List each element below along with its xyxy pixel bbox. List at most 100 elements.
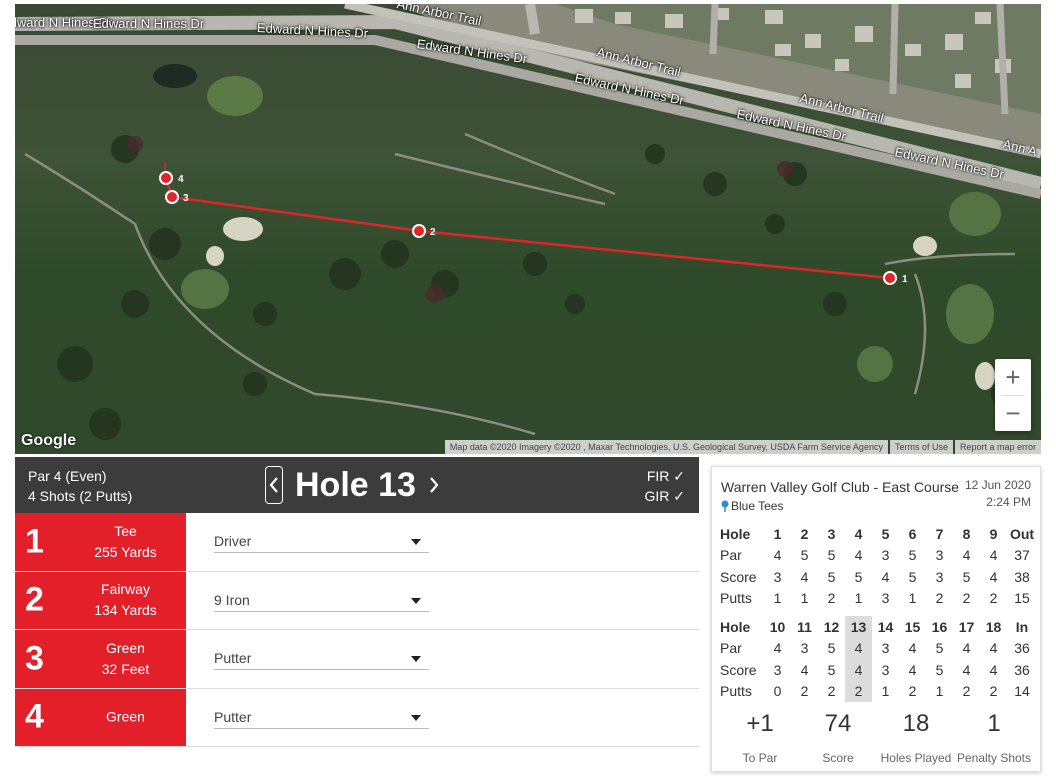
tees-name: Blue Tees (731, 499, 784, 513)
club-select[interactable]: Putter (214, 707, 429, 729)
shot-lie: Tee (114, 522, 137, 539)
hole-summary: Par 4 (Even) 4 Shots (2 Putts) (28, 466, 132, 506)
shot-marker-3[interactable]: 3 (165, 190, 189, 204)
front-putts-row: Putts 1 1 2 1 3 1 2 2 2 15 (720, 590, 1030, 607)
next-hole-button[interactable] (426, 470, 442, 500)
google-logo: Google (21, 432, 77, 449)
shots-text: 4 Shots (2 Putts) (28, 488, 133, 504)
stat-label: To Par (742, 751, 778, 765)
shot-distance: 32 Feet (101, 660, 150, 677)
round-datetime: 12 Jun 2020 2:24 PM (965, 477, 1031, 511)
map-data-credit: Map data ©2020 Imagery ©2020 , Maxar Tec… (444, 440, 888, 454)
hole-navigator: Hole 13 (265, 463, 442, 507)
shot-row: 1 Tee 255 Yards Driver (15, 513, 699, 572)
club-select[interactable]: 9 Iron (214, 590, 429, 612)
shot-row: 3 Green 32 Feet Putter (15, 630, 699, 689)
stat-label: Score (822, 751, 854, 765)
shot-lie: Green (106, 639, 145, 656)
shot-marker-4[interactable]: 4 (159, 171, 184, 185)
club-value: Putter (214, 708, 252, 725)
caret-down-icon (411, 714, 421, 721)
caret-down-icon (411, 597, 421, 604)
shot-marker-2[interactable]: 2 (412, 224, 436, 238)
previous-hole-button[interactable] (265, 466, 283, 504)
chevron-left-icon (269, 477, 278, 493)
hole-header: Par 4 (Even) 4 Shots (2 Putts) Hole 13 F… (15, 457, 699, 513)
shot-list: 1 Tee 255 Yards Driver 2 Fairway 134 Yar… (15, 513, 699, 747)
shot-info-panel: 4 Green (15, 688, 186, 746)
round-date: 12 Jun 2020 (964, 478, 1031, 492)
tees-label: Blue Tees (721, 499, 783, 513)
stat-penalty-shots: 1 Penalty Shots (955, 707, 1033, 765)
shot-info-panel: 3 Green 32 Feet (15, 630, 186, 688)
shot-info-panel: 1 Tee 255 Yards (15, 513, 186, 571)
terms-of-use-link[interactable]: Terms of Use (889, 440, 953, 454)
club-select[interactable]: Driver (214, 531, 429, 553)
back-nine-table: Hole 10 11 12 13 14 15 16 17 18 In Par 4 3 5 4 3 4 5 4 4 36 … (720, 616, 1037, 702)
club-select[interactable]: Putter (214, 648, 429, 670)
map-pin-icon (721, 500, 729, 512)
back-putts-row: Putts 0 2 2 2 1 2 1 2 2 14 (720, 680, 1037, 702)
map-imagery: 4 3 2 1 (15, 4, 1041, 440)
round-time: 2:24 PM (986, 495, 1031, 509)
back-score-row: Score 3 4 5 4 3 4 5 4 4 36 (720, 659, 1037, 681)
road-label: Edward N Hines Dr (93, 16, 205, 31)
stat-value: +1 (746, 710, 774, 737)
shot-lie-distance: Fairway 134 Yards (65, 579, 186, 621)
shot-info-panel: 2 Fairway 134 Yards (15, 571, 186, 629)
club-value: Driver (214, 533, 252, 549)
golf-round-page: 4 3 2 1 Edward N Hines Dr Edward N Hines… (0, 0, 1056, 781)
stat-label: Holes Played (880, 751, 952, 765)
satellite-map[interactable]: 4 3 2 1 Edward N Hines Dr Edward N Hines… (15, 4, 1041, 454)
shot-distance: 134 Yards (94, 602, 157, 619)
shot-marker-1[interactable]: 1 (883, 271, 908, 285)
par-text: Par 4 (Even) (28, 468, 107, 484)
zoom-control: + − (995, 359, 1031, 431)
caret-down-icon (411, 539, 421, 545)
back-par-row: Par 4 3 5 4 3 4 5 4 4 36 (720, 637, 1037, 659)
back-hole-row: Hole 10 11 12 13 14 15 16 17 18 In (720, 616, 1037, 638)
gir-indicator: GIR ✓ (644, 488, 685, 504)
shot-number: 2 (25, 580, 44, 619)
zoom-divider (1001, 395, 1025, 396)
stat-to-par: +1 To Par (721, 707, 799, 765)
hole-title: Hole 13 (295, 465, 416, 504)
course-name: Warren Valley Golf Club - East Course (721, 479, 960, 495)
shot-lie: Fairway (100, 581, 150, 598)
stat-holes-played: 18 Holes Played (877, 707, 955, 765)
stat-value: 18 (902, 710, 930, 737)
caret-down-icon (411, 656, 421, 662)
shot-number: 4 (25, 697, 44, 736)
zoom-in-button[interactable]: + (995, 359, 1031, 395)
scorecard: Warren Valley Golf Club - East Course Bl… (711, 466, 1041, 772)
stat-score: 74 Score (799, 707, 877, 765)
club-value: Putter (214, 650, 252, 666)
club-value: 9 Iron (214, 591, 250, 608)
front-score-row: Score 3 4 5 5 4 5 3 5 4 38 (720, 568, 1030, 585)
shot-number: 1 (25, 522, 44, 561)
chevron-right-icon (430, 477, 439, 493)
shot-lie-distance: Green 32 Feet (65, 638, 186, 680)
shot-distance: 255 Yards (94, 543, 157, 560)
shot-lie-distance: Green (65, 707, 186, 728)
shot-number: 3 (25, 639, 44, 678)
shot-lie-distance: Tee 255 Yards (65, 521, 186, 563)
stat-value: 74 (824, 710, 852, 737)
zoom-out-button[interactable]: − (995, 395, 1031, 431)
front-par-row: Par 4 5 5 4 3 5 3 4 4 37 (720, 547, 1030, 564)
round-stats: +1 To Par 74 Score 18 Holes Played 1 Pen… (721, 707, 1033, 765)
stat-label: Penalty Shots (956, 751, 1032, 765)
stat-value: 1 (987, 710, 1001, 737)
svg-text:1: 1 (902, 274, 908, 285)
shot-lie: Green (106, 708, 145, 725)
fir-indicator: FIR ✓ (646, 468, 685, 484)
svg-text:3: 3 (183, 193, 189, 204)
hole-stats: FIR ✓ GIR ✓ (644, 466, 685, 506)
map-attribution: Map data ©2020 Imagery ©2020 , Maxar Tec… (443, 440, 1041, 454)
report-map-error-link[interactable]: Report a map error (954, 440, 1041, 454)
svg-text:4: 4 (178, 174, 184, 185)
front-nine-table: Hole 1 2 3 4 5 6 7 8 9 Out Par 4 5 5 4 3 5 3 4 4 37 Score 3 4 5… (720, 523, 1037, 609)
shot-row: 2 Fairway 134 Yards 9 Iron (15, 571, 699, 630)
svg-text:2: 2 (430, 227, 436, 238)
shot-row: 4 Green Putter (15, 688, 699, 747)
